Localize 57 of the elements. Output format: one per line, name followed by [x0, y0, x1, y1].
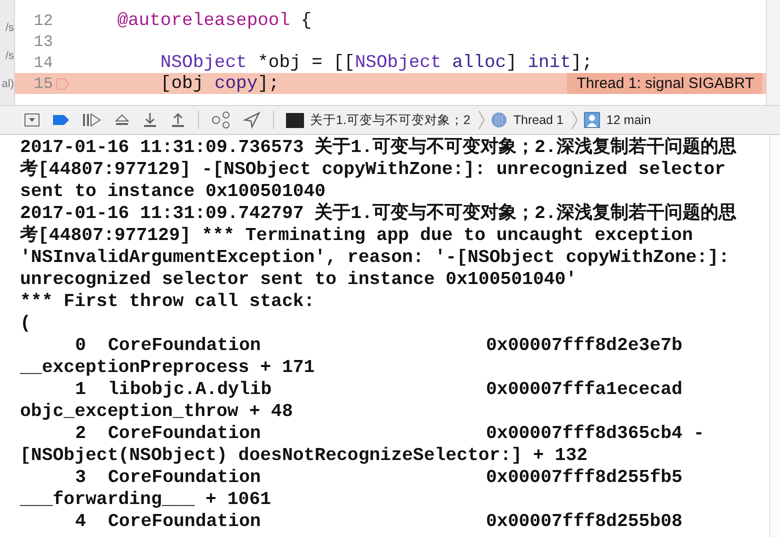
frame-address: 0x00007fff8d255b08 — [486, 511, 682, 533]
console-text: unrecognized selector sent to instance 0x100501040' — [20, 269, 578, 291]
scrollbar[interactable] — [769, 135, 780, 537]
line-number: 15 — [32, 74, 53, 92]
scrollbar[interactable] — [766, 0, 780, 105]
continue-icon[interactable] — [82, 113, 102, 127]
chevron-icon — [571, 110, 578, 130]
sidebar-text: /s — [5, 22, 14, 34]
frame-address: 0x00007fff8d255fb5 — [486, 467, 682, 489]
sidebar-text: al) — [2, 78, 14, 90]
frame-index: 4 — [74, 511, 86, 533]
frame-address: 0x00007fffa1ececad — [486, 379, 682, 401]
frame-library: CoreFoundation — [107, 467, 262, 489]
code-line: [obj copy]; — [159, 74, 280, 94]
console-text: *** First throw call stack: — [20, 291, 316, 313]
error-message: Thread 1: signal SIGABRT — [566, 73, 762, 94]
hide-panel-icon[interactable] — [24, 113, 40, 127]
frame-address: 0x00007fff8d365cb4 - — [486, 423, 704, 445]
frame-index: 0 — [74, 335, 86, 357]
line-number: 13 — [32, 32, 53, 50]
line-number: 14 — [32, 54, 53, 72]
chevron-icon — [478, 110, 486, 130]
frame-symbol: [NSObject(NSObject) doesNotRecognizeSelector:] + 132 — [20, 445, 589, 467]
console-text: 2017-01-16 11:31:09.736573 关于1.可变与不可变对象；2.深浅复制若干问题的思 — [20, 137, 738, 158]
frame-breadcrumb[interactable]: 12 main — [606, 113, 651, 127]
breakpoint-icon[interactable] — [52, 114, 70, 126]
frame-index: 1 — [74, 379, 86, 401]
step-over-icon[interactable] — [114, 113, 130, 127]
frame-symbol: __exceptionPreprocess + 171 — [20, 357, 316, 379]
code-line: NSObject *obj = [[NSObject alloc] init]; — [159, 52, 593, 72]
step-out-icon[interactable] — [170, 112, 186, 128]
person-icon — [584, 112, 600, 128]
sidebar-text: /s — [5, 50, 14, 62]
console-text: 'NSInvalidArgumentException', reason: '-[NSObject copyWithZone:]: — [20, 247, 730, 269]
console-text: 考[44807:977129] *** Terminating app due to uncaught exception — [20, 225, 694, 247]
step-into-icon[interactable] — [142, 112, 158, 128]
console-text: ( — [20, 313, 32, 335]
frame-symbol: ___forwarding___ + 1061 — [20, 489, 272, 511]
frame-symbol: objc_exception_throw + 48 — [20, 401, 294, 423]
frame-library: CoreFoundation — [107, 511, 262, 533]
frame-address: 0x00007fff8d2e3e7b — [486, 335, 682, 357]
terminal-icon — [286, 112, 304, 128]
code-line: @autoreleasepool { — [116, 10, 312, 30]
frame-library: CoreFoundation — [107, 423, 262, 445]
location-arrow-icon[interactable] — [243, 111, 261, 129]
frame-library: CoreFoundation — [107, 335, 262, 357]
frame-library: libobjc.A.dylib — [107, 379, 273, 401]
frame-index: 3 — [74, 467, 86, 489]
nodes-icon[interactable] — [211, 111, 231, 129]
line-number: 12 — [32, 12, 53, 30]
console-text: 考[44807:977129] -[NSObject copyWithZone:]: unrecognized selector — [20, 159, 727, 181]
frame-index: 2 — [74, 423, 86, 445]
console-text: sent to instance 0x100501040 — [20, 181, 327, 202]
thread-icon — [491, 112, 508, 128]
console-text: 2017-01-16 11:31:09.742797 关于1.可变与不可变对象；2.深浅复制若干问题的思 — [20, 203, 738, 224]
thread-breadcrumb[interactable]: Thread 1 — [513, 113, 564, 127]
process-breadcrumb[interactable]: 关于1.可变与不可变对象；2 — [310, 112, 470, 128]
